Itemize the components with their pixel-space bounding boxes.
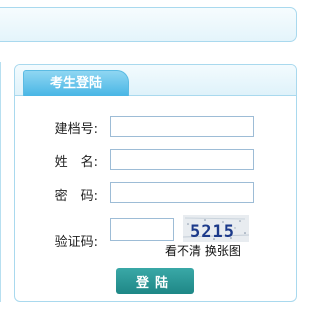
name-input[interactable] bbox=[110, 149, 254, 170]
left-border-rule bbox=[0, 62, 1, 302]
captcha-noise-graphic: 5215 bbox=[183, 215, 249, 242]
captcha-label: 验证码: bbox=[54, 235, 98, 250]
captcha-image[interactable]: 5215 bbox=[183, 215, 249, 242]
login-panel-header: 考生登陆 bbox=[15, 65, 296, 96]
archive-number-input[interactable] bbox=[110, 116, 254, 137]
login-tab[interactable]: 考生登陆 bbox=[23, 70, 129, 96]
password-label: 密 码: bbox=[54, 189, 98, 204]
captcha-code: 5215 bbox=[190, 222, 235, 242]
captcha-input[interactable] bbox=[110, 218, 174, 241]
password-input[interactable] bbox=[110, 182, 254, 203]
archive-number-label: 建档号: bbox=[54, 122, 98, 137]
refresh-captcha-link[interactable]: 看不清 换张图 bbox=[165, 242, 241, 259]
top-banner bbox=[0, 7, 297, 42]
login-button[interactable]: 登陆 bbox=[116, 268, 194, 294]
name-label: 姓 名: bbox=[54, 155, 98, 170]
